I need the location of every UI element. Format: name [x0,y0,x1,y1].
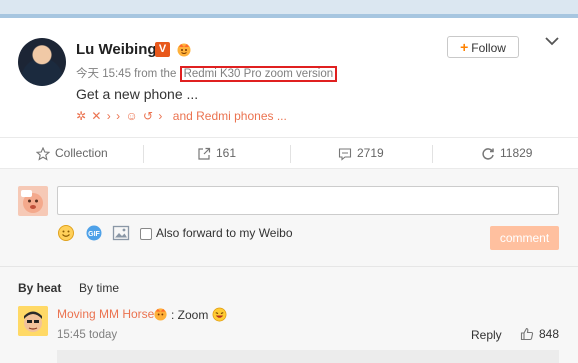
post-text: Get a new phone ... [76,86,199,102]
post-emoji-line: ✲ ✕ › › ☺ ↺ › and Redmi phones ... [76,109,287,123]
laughing-emoji-icon [212,307,227,322]
collection-label: Collection [55,146,108,160]
repost-like-button[interactable]: 11829 [481,138,532,169]
chevron-down-icon[interactable] [544,34,560,48]
author-name[interactable]: Lu Weibing [76,41,157,58]
verified-badge-icon: V [155,42,170,57]
current-user-avatar [18,186,48,216]
author-avatar[interactable] [18,38,66,86]
comment-like-count: 848 [539,327,560,341]
comment-like-button[interactable]: 848 [520,327,559,341]
comment-submit-button[interactable]: comment [490,226,559,250]
repost-icon [482,147,494,160]
reply-preview-bar [57,350,559,363]
sort-by-time-tab[interactable]: By time [79,281,119,295]
forward-checkbox[interactable] [140,228,152,240]
follow-button[interactable]: + Follow [447,36,519,58]
expand-more-link[interactable]: and Redmi phones ... [173,109,287,123]
post-time: 今天 15:45 from the [76,68,177,80]
comment-icon [338,147,352,161]
forward-button[interactable]: 161 [197,138,236,169]
commenter-avatar[interactable] [18,306,48,336]
divider [290,145,291,163]
divider [0,266,578,267]
divider [432,145,433,163]
image-icon[interactable] [112,224,130,242]
comment-text: : Zoom [171,307,227,322]
plus-icon: + [460,39,469,55]
collection-button[interactable]: Collection [36,138,108,169]
follow-label: Follow [471,41,506,55]
sort-by-heat-tab[interactable]: By heat [18,281,61,295]
cartoon-face-icon [18,306,48,336]
action-bar: Collection 161 2719 11829 [0,137,578,169]
thumbs-up-icon [520,327,534,341]
comment-input[interactable] [57,186,559,215]
comment-toggle-button[interactable]: 2719 [338,138,384,169]
forward-label: Also forward to my Weibo [156,226,293,240]
forward-count: 161 [216,146,237,160]
post-source-link[interactable]: Redmi K30 Pro zoom version [179,66,338,82]
comment-text-body: : Zoom [171,308,209,322]
share-icon [198,147,211,160]
svg-text:GIF: GIF [88,231,100,238]
gif-icon[interactable]: GIF [85,224,103,242]
smile-icon[interactable] [57,224,75,242]
cartoon-face-icon [21,190,43,213]
crown-icon [177,43,191,57]
reply-button[interactable]: Reply [471,328,502,342]
divider [143,145,144,163]
comment-count: 2719 [357,146,384,160]
repost-count: 11829 [500,146,533,160]
crown-icon [154,308,167,321]
commenter-name[interactable]: Moving MM Horse [57,307,154,321]
post-meta: 今天 15:45 from the Redmi K30 Pro zoom ver… [76,65,338,82]
star-icon [36,146,50,161]
comment-time: 15:45 today [57,329,118,341]
emoji-glyphs: ✲ ✕ › › ☺ ↺ › [76,109,164,123]
